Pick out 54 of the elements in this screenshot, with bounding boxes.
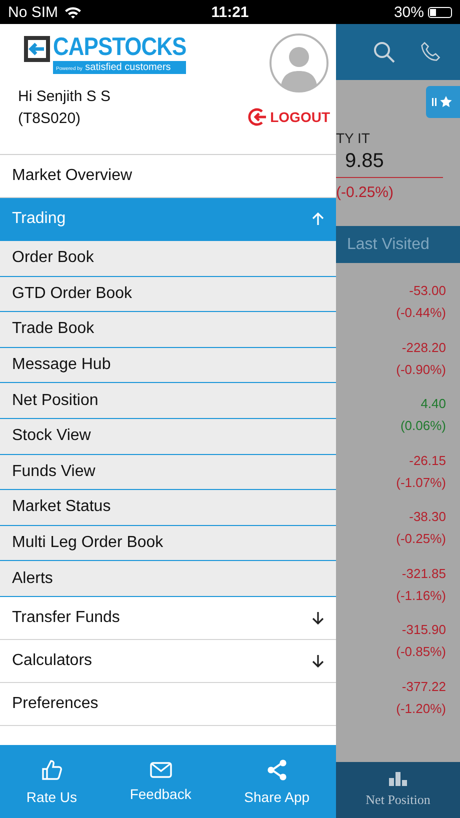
search-icon[interactable] (372, 40, 396, 64)
percent-change: (-0.44%) (396, 305, 446, 320)
logo-text: CAPSTOCKS (53, 34, 186, 60)
price-change: -228.20 (402, 340, 446, 354)
price-change: -321.85 (402, 566, 446, 580)
submenu-item[interactable]: Order Book (0, 241, 336, 277)
battery-text: 30% (394, 4, 424, 20)
index-name: TY IT (336, 130, 371, 146)
greeting-text: Hi Senjith S S (18, 87, 112, 107)
menu-item[interactable]: Transfer Funds (0, 596, 336, 640)
percent-change: (-0.85%) (396, 644, 446, 659)
index-change: (-0.25%) (336, 184, 395, 201)
percent-change: (-1.07%) (396, 474, 446, 490)
price-change: -377.22 (402, 678, 446, 694)
submenu-item[interactable]: Net Position (0, 383, 336, 419)
envelope-icon (150, 762, 172, 778)
submenu-item[interactable]: Alerts (0, 561, 336, 597)
menu-item[interactable]: Calculators (0, 640, 336, 683)
carrier-text: No SIM (8, 4, 58, 20)
submenu-item[interactable]: Stock View (0, 418, 336, 455)
submenu-item[interactable]: Trade Book (0, 312, 336, 348)
submenu-item[interactable]: Funds View (0, 454, 336, 490)
percent-change: (-1.20%) (396, 700, 446, 716)
submenu-item[interactable]: Market Status (0, 490, 336, 526)
net-position-tab[interactable]: Net Position (336, 762, 460, 818)
down-arrow-icon (312, 654, 324, 668)
bar-chart-icon (388, 772, 408, 786)
clock-text: 11:21 (211, 4, 249, 20)
client-code: (T8S020) (18, 109, 82, 129)
submenu-item[interactable]: GTD Order Book (0, 276, 336, 312)
menu-item[interactable]: Preferences (0, 682, 336, 726)
submenu-item[interactable]: Message Hub (0, 348, 336, 384)
thumbs-up-icon (40, 758, 63, 780)
percent-change: (-0.90%) (396, 362, 446, 376)
price-change: -53.00 (409, 283, 446, 298)
price-change: -315.90 (402, 622, 446, 637)
percent-change: (-1.16%) (396, 588, 446, 602)
favorites-button[interactable] (426, 86, 460, 118)
battery-icon (428, 6, 452, 18)
logout-icon (248, 107, 268, 127)
star-icon (432, 95, 454, 109)
submenu-item[interactable]: Multi Leg Order Book (0, 526, 336, 562)
price-change: -26.15 (409, 452, 446, 468)
percent-change: (0.06%) (400, 418, 446, 433)
up-arrow-icon (312, 212, 324, 226)
wifi-icon (64, 6, 82, 18)
price-change: -38.30 (409, 509, 446, 524)
percent-change: (-0.25%) (396, 531, 446, 546)
phone-icon[interactable] (420, 41, 442, 63)
down-arrow-icon (312, 610, 324, 625)
share-icon (266, 758, 288, 780)
price-change: 4.40 (420, 396, 446, 411)
logo-icon (24, 36, 50, 62)
logout-button[interactable]: LOGOUT (248, 107, 330, 127)
